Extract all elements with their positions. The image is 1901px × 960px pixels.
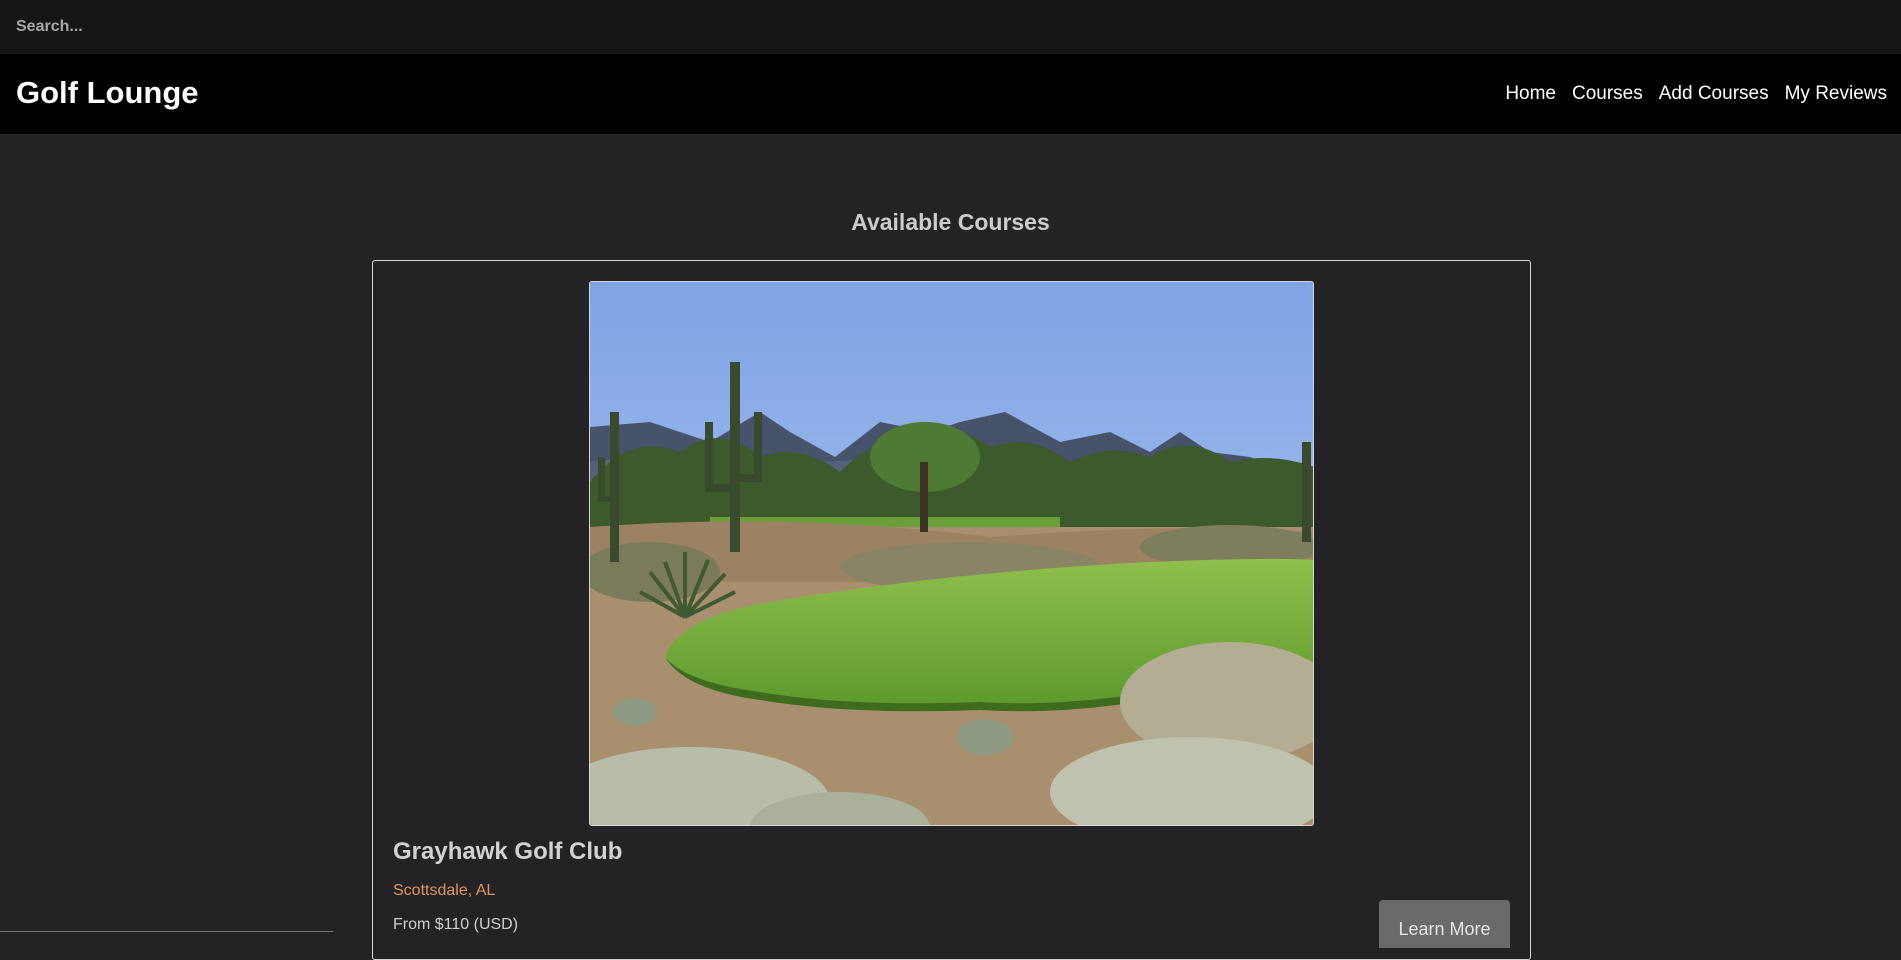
nav-links: Home Courses Add Courses My Reviews xyxy=(1505,82,1887,106)
course-card: Grayhawk Golf Club Scottsdale, AL From $… xyxy=(372,260,1531,960)
navbar: Golf Lounge Home Courses Add Courses My … xyxy=(0,54,1901,134)
nav-link-home[interactable]: Home xyxy=(1505,82,1556,106)
course-price: From $110 (USD) xyxy=(393,916,519,933)
nav-link-my-reviews[interactable]: My Reviews xyxy=(1785,82,1887,106)
course-photo xyxy=(589,281,1314,826)
search-input[interactable] xyxy=(0,0,1901,54)
search-bar xyxy=(0,0,1901,54)
horizontal-scrollbar[interactable] xyxy=(0,931,333,932)
nav-link-add-courses[interactable]: Add Courses xyxy=(1659,82,1769,106)
course-location: Scottsdale, AL xyxy=(393,882,496,899)
course-name: Grayhawk Golf Club xyxy=(393,838,623,865)
nav-link-courses[interactable]: Courses xyxy=(1572,82,1643,106)
brand-logo[interactable]: Golf Lounge xyxy=(16,73,199,113)
page-title: Available Courses xyxy=(851,209,1050,235)
learn-more-button[interactable]: Learn More xyxy=(1379,900,1510,948)
